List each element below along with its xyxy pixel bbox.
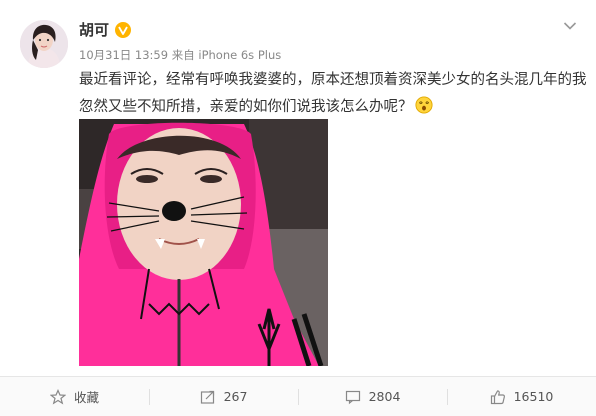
comment-count: 2804 [368, 389, 401, 404]
weibo-post-card: 胡可 10月31日 13:59 来自 iPhone 6s Plus 最近看评论，… [0, 0, 596, 416]
post-meta: 10月31日 13:59 来自 iPhone 6s Plus [79, 47, 281, 63]
repost-count: 267 [223, 389, 248, 404]
author-name-row: 胡可 [79, 19, 132, 40]
star-icon [49, 388, 66, 405]
author-name[interactable]: 胡可 [79, 19, 109, 40]
more-menu-button[interactable] [560, 16, 580, 36]
avatar[interactable] [20, 20, 68, 68]
repost-icon [200, 390, 214, 404]
chevron-down-icon [563, 22, 577, 30]
post-photo[interactable] [79, 119, 328, 366]
favorite-button[interactable]: 收藏 [0, 377, 149, 416]
favorite-label: 收藏 [73, 390, 99, 405]
post-text-line-2-row: 忽然又些不知所措，亲爱的如你们说我该怎么办呢？ [79, 94, 579, 121]
thumbs-up-icon [490, 389, 505, 404]
source-prefix: 来自 [171, 48, 195, 62]
verified-icon [115, 21, 132, 38]
like-button[interactable]: 16510 [447, 377, 596, 416]
comment-button[interactable]: 2804 [298, 377, 447, 416]
repost-button[interactable]: 267 [149, 377, 298, 416]
action-bar: 收藏 267 2804 16510 [0, 376, 596, 416]
post-source: iPhone 6s Plus [198, 48, 282, 62]
post-time[interactable]: 10月31日 13:59 [79, 48, 168, 62]
dizzy-emoji-icon [414, 96, 433, 114]
post-text-line-1: 最近看评论，经常有呼唤我婆婆的，原本还想顶着资深美少女的名头混几年的我 [79, 72, 587, 88]
post-text: 最近看评论，经常有呼唤我婆婆的，原本还想顶着资深美少女的名头混几年的我 忽然又些… [79, 67, 587, 121]
post-text-line-2: 忽然又些不知所措，亲爱的如你们说我该怎么办呢？ [79, 99, 413, 115]
comment-icon [345, 390, 360, 404]
like-count: 16510 [513, 389, 554, 404]
